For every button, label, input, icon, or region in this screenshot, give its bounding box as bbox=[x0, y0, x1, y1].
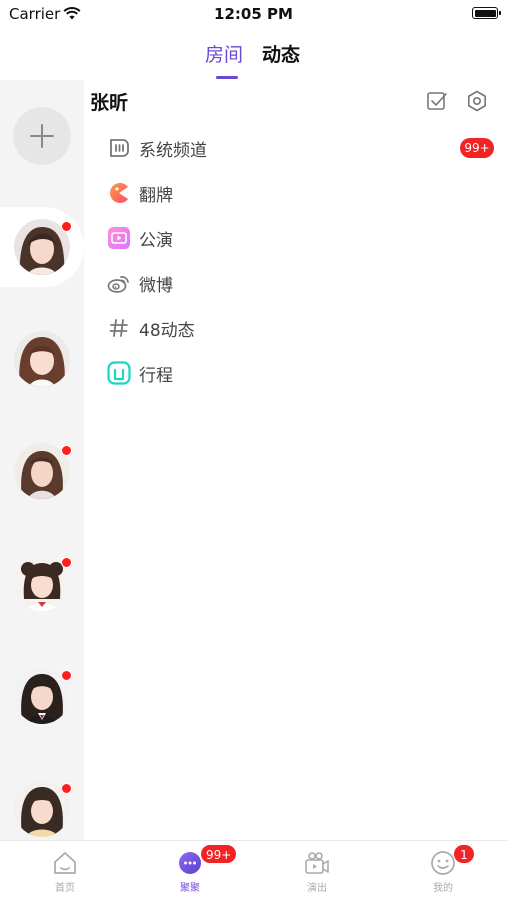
rail-avatar-6[interactable] bbox=[14, 781, 72, 837]
menu-item-label: 系统频道 bbox=[139, 140, 207, 161]
nav-item-chat[interactable]: 聚聚 99+ bbox=[127, 841, 253, 901]
plus-icon bbox=[30, 124, 54, 148]
flip-card-icon bbox=[107, 181, 131, 205]
status-time: 12:05 PM bbox=[214, 5, 293, 23]
menu-item-performance[interactable]: 公演 bbox=[107, 223, 173, 253]
menu-item-schedule[interactable]: 行程 bbox=[107, 358, 173, 388]
schedule-icon bbox=[107, 361, 131, 385]
rail-avatar-3[interactable] bbox=[14, 443, 72, 499]
menu-item-label: 公演 bbox=[139, 230, 173, 251]
menu-item-48-feed[interactable]: 48动态 bbox=[107, 313, 195, 343]
unread-dot bbox=[61, 557, 72, 568]
nav-label: 我的 bbox=[433, 883, 453, 894]
unread-count-badge: 99+ bbox=[460, 138, 494, 158]
check-in-icon[interactable] bbox=[426, 90, 448, 112]
add-idol-button[interactable] bbox=[13, 107, 71, 165]
menu-item-label: 翻牌 bbox=[139, 185, 173, 206]
nav-label: 首页 bbox=[55, 883, 75, 894]
channel-icon bbox=[107, 136, 131, 160]
tab-room[interactable]: 房间 bbox=[205, 40, 243, 67]
nav-item-home[interactable]: 首页 bbox=[2, 841, 128, 901]
bottom-nav: 首页 聚聚 99+ 演出 我的 1 bbox=[0, 840, 507, 901]
hashtag-icon bbox=[107, 316, 131, 340]
rail-avatar-2[interactable] bbox=[14, 331, 70, 389]
avatar bbox=[14, 331, 70, 389]
nav-badge: 1 bbox=[453, 844, 475, 864]
nav-badge: 99+ bbox=[200, 844, 238, 864]
idol-rail[interactable] bbox=[0, 80, 84, 840]
channel-title: 张昕 bbox=[90, 92, 129, 114]
nav-label: 演出 bbox=[307, 883, 327, 894]
status-bar: Carrier 12:05 PM bbox=[0, 0, 507, 28]
weibo-icon bbox=[107, 271, 131, 295]
unread-dot bbox=[61, 221, 72, 232]
performance-icon bbox=[107, 226, 131, 250]
menu-item-label: 48动态 bbox=[139, 320, 195, 341]
nav-item-profile[interactable]: 我的 1 bbox=[380, 841, 506, 901]
menu-item-weibo[interactable]: 微博 bbox=[107, 268, 173, 298]
battery-icon bbox=[472, 7, 501, 19]
rail-avatar-5[interactable] bbox=[14, 668, 72, 724]
home-icon bbox=[54, 852, 76, 874]
menu-item-label: 行程 bbox=[139, 365, 173, 386]
settings-icon[interactable] bbox=[466, 90, 488, 112]
menu-item-system-channel[interactable]: 系统频道 bbox=[107, 133, 207, 163]
video-icon bbox=[305, 852, 329, 874]
rail-avatar-1[interactable] bbox=[14, 219, 72, 279]
rail-avatar-4[interactable] bbox=[14, 555, 72, 611]
menu-item-label: 微博 bbox=[139, 275, 173, 296]
nav-item-video[interactable]: 演出 bbox=[254, 841, 380, 901]
top-tabs: 房间 动态 bbox=[0, 40, 507, 80]
menu-item-flip-card[interactable]: 翻牌 bbox=[107, 178, 173, 208]
unread-dot bbox=[61, 670, 72, 681]
unread-dot bbox=[61, 445, 72, 456]
tab-feed[interactable]: 动态 bbox=[262, 40, 300, 67]
nav-label: 聚聚 bbox=[180, 883, 200, 894]
tab-active-indicator bbox=[216, 76, 238, 79]
unread-dot bbox=[61, 783, 72, 794]
